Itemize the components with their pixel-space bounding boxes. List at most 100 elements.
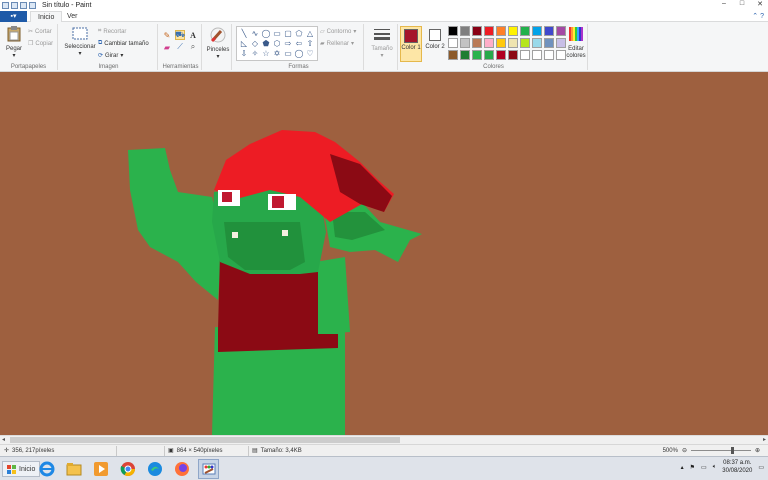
rounded-rect-shape-icon[interactable]: ▢ [283, 29, 293, 38]
copy-button[interactable]: ❐ Copiar [28, 40, 53, 48]
internet-explorer-icon[interactable] [36, 459, 57, 479]
show-hidden-icons-icon[interactable]: ▴ [681, 464, 684, 471]
palette-swatch[interactable] [532, 38, 542, 48]
scroll-left-icon[interactable]: ◂ [2, 436, 5, 443]
arrow-right-shape-icon[interactable]: ⇨ [283, 39, 293, 48]
cut-button[interactable]: ✂ Cortar [28, 28, 52, 36]
paste-button[interactable]: Pegar ▾ [4, 26, 24, 59]
palette-swatch[interactable] [484, 26, 494, 36]
palette-swatch[interactable] [496, 26, 506, 36]
zoom-slider[interactable] [690, 447, 751, 454]
network-icon[interactable]: ▭ [701, 464, 707, 471]
palette-swatch[interactable] [460, 50, 470, 60]
volume-icon[interactable]: 🔈︎ [713, 464, 717, 471]
star5-shape-icon[interactable]: ☆ [261, 49, 271, 58]
diamond-shape-icon[interactable]: ◇ [250, 39, 260, 48]
magnifier-icon[interactable]: ⌕ [188, 42, 198, 52]
firefox-icon[interactable] [171, 459, 192, 479]
start-button[interactable]: Inicio [2, 461, 41, 477]
outline-button[interactable]: ▱ Contorno ▾ [320, 28, 356, 36]
palette-swatch[interactable] [520, 26, 530, 36]
palette-swatch[interactable] [484, 38, 494, 48]
arrow-down-shape-icon[interactable]: ⇩ [239, 49, 249, 58]
zoom-out-button[interactable]: ⊖ [682, 447, 687, 454]
palette-swatch[interactable] [472, 26, 482, 36]
rotate-button[interactable]: ⟳ Girar ▾ [98, 52, 123, 60]
select-button[interactable]: Seleccionar ▾ [62, 27, 98, 57]
palette-swatch[interactable] [448, 38, 458, 48]
palette-swatch[interactable] [508, 26, 518, 36]
palette-swatch[interactable] [448, 26, 458, 36]
fill-bucket-icon[interactable]: ⛟ [175, 30, 185, 40]
pencil-icon[interactable]: ✎ [162, 30, 172, 40]
clock[interactable]: 08:37 a.m. 30/08/2020 [722, 459, 752, 475]
maximize-button[interactable]: □ [736, 0, 748, 8]
scroll-right-icon[interactable]: ▸ [763, 436, 766, 443]
zoom-slider-thumb[interactable] [730, 447, 734, 454]
star4-shape-icon[interactable]: ✧ [250, 49, 260, 58]
zoom-in-button[interactable]: ⊕ [755, 447, 760, 454]
hexagon-shape-icon[interactable]: ⬡ [272, 39, 282, 48]
arrow-left-shape-icon[interactable]: ⇦ [294, 39, 304, 48]
color2-button[interactable]: Color 2 [424, 26, 446, 50]
rectangle-shape-icon[interactable]: ▭ [272, 29, 282, 38]
triangle-shape-icon[interactable]: △ [305, 29, 315, 38]
oval-shape-icon[interactable]: ◯ [261, 29, 271, 38]
help-icon[interactable]: ⌃ ? [752, 12, 764, 20]
resize-button[interactable]: ⧉ Cambiar tamaño [98, 40, 149, 47]
callout-rect-shape-icon[interactable]: ▭ [283, 49, 293, 58]
palette-swatch[interactable] [448, 50, 458, 60]
minimize-button[interactable]: – [718, 0, 730, 8]
star6-shape-icon[interactable]: ✡ [272, 49, 282, 58]
flag-icon[interactable]: ⚑ [690, 464, 695, 471]
drawing-canvas[interactable] [0, 72, 768, 435]
file-menu-button[interactable]: ▪▾ [0, 11, 27, 22]
horizontal-scrollbar[interactable]: ◂ ▸ [0, 435, 768, 444]
edge-icon[interactable] [144, 459, 165, 479]
pentagon-shape-icon[interactable]: ⬟ [261, 39, 271, 48]
palette-swatch[interactable] [508, 38, 518, 48]
media-player-icon[interactable] [90, 459, 111, 479]
palette-swatch[interactable] [496, 38, 506, 48]
text-icon[interactable]: A [188, 30, 198, 40]
chrome-icon[interactable] [117, 459, 138, 479]
close-button[interactable]: ✕ [754, 0, 766, 8]
redo-icon[interactable] [29, 1, 36, 9]
palette-swatch[interactable] [520, 50, 530, 60]
palette-swatch[interactable] [472, 50, 482, 60]
heart-shape-icon[interactable]: ♡ [305, 49, 315, 58]
save-icon[interactable] [11, 1, 18, 9]
status-bar: ✛ 356, 217píxeles ▣ 864 × 540píxeles ▤ T… [0, 444, 768, 456]
palette-swatch[interactable] [532, 26, 542, 36]
paint-taskbar-icon[interactable] [198, 459, 219, 479]
palette-swatch[interactable] [544, 38, 554, 48]
color-picker-icon[interactable]: ⟋ [175, 42, 185, 52]
palette-swatch[interactable] [544, 26, 554, 36]
callout-oval-shape-icon[interactable]: ◯ [294, 49, 304, 58]
fill-button[interactable]: ▰ Rellenar ▾ [320, 40, 354, 48]
palette-swatch[interactable] [532, 50, 542, 60]
crop-button[interactable]: ⌗ Recortar [98, 28, 126, 35]
palette-swatch[interactable] [520, 38, 530, 48]
curve-shape-icon[interactable]: ∿ [250, 29, 260, 38]
notification-icon[interactable]: ▭ [758, 464, 764, 471]
undo-icon[interactable] [20, 1, 27, 9]
brushes-button[interactable]: Pinceles ▾ [204, 27, 232, 60]
line-shape-icon[interactable]: ╲ [239, 29, 249, 38]
palette-swatch[interactable] [460, 26, 470, 36]
right-triangle-shape-icon[interactable]: ◺ [239, 39, 249, 48]
file-explorer-icon[interactable] [63, 459, 84, 479]
palette-swatch[interactable] [496, 50, 506, 60]
palette-swatch[interactable] [544, 50, 554, 60]
arrow-up-shape-icon[interactable]: ⇧ [305, 39, 315, 48]
color1-button[interactable]: Color 1 [400, 26, 422, 62]
palette-swatch[interactable] [460, 38, 470, 48]
eraser-icon[interactable]: ▰ [162, 42, 172, 52]
edit-colors-button[interactable]: Editar colores [564, 26, 588, 60]
palette-swatch[interactable] [508, 50, 518, 60]
size-button[interactable]: Tamaño ▾ [366, 28, 398, 59]
palette-swatch[interactable] [484, 50, 494, 60]
scrollbar-thumb[interactable] [10, 437, 400, 443]
polygon-shape-icon[interactable]: ⬠ [294, 29, 304, 38]
palette-swatch[interactable] [472, 38, 482, 48]
